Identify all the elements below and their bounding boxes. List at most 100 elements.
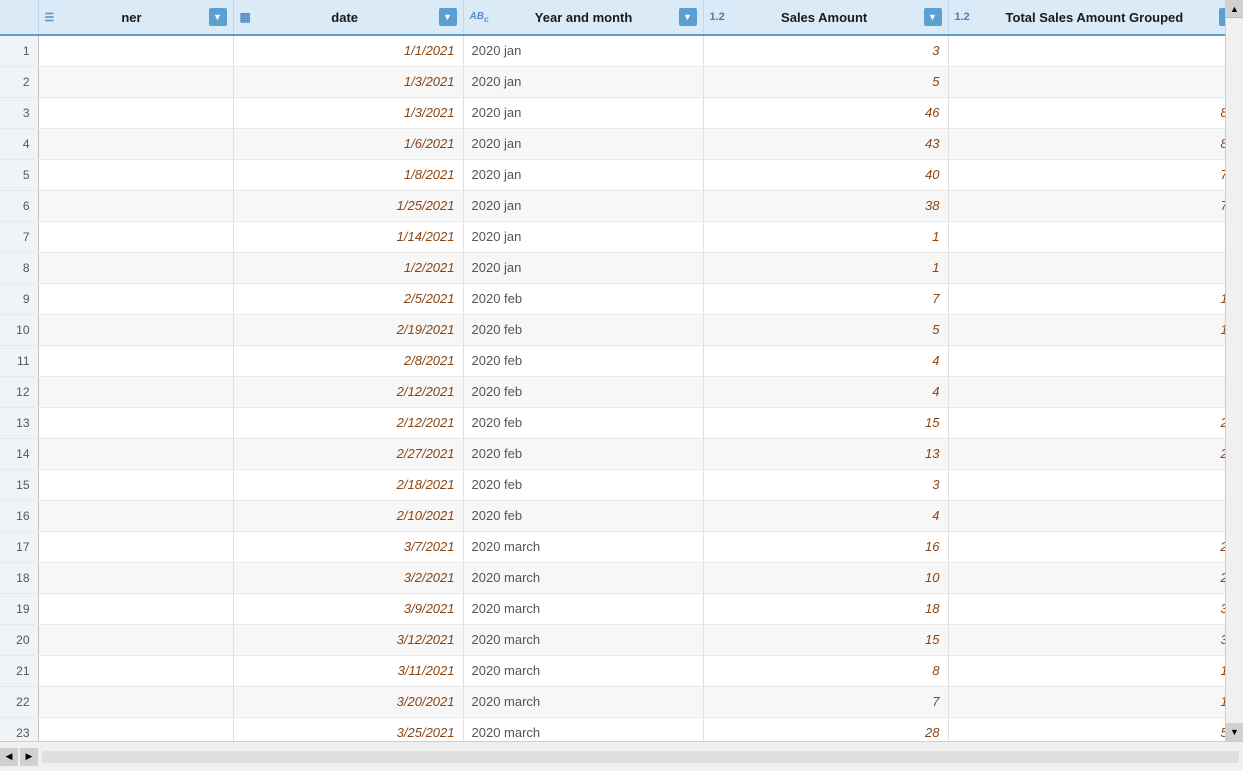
table-row: 162/10/20212020 feb47 <box>0 500 1243 531</box>
cell-row-num: 18 <box>0 562 38 593</box>
cell-date: 1/14/2021 <box>233 221 463 252</box>
cell-row-num: 16 <box>0 500 38 531</box>
col-sales-dropdown[interactable]: ▼ <box>924 8 942 26</box>
table-container: ☰ ner ▼ ▦ date ▼ ABc Year and month <box>0 0 1243 771</box>
cell-date: 1/3/2021 <box>233 66 463 97</box>
cell-total: 12 <box>948 283 1243 314</box>
cell-yearmonth: 2020 march <box>463 531 703 562</box>
horizontal-scrollbar-area: ◀ ▶ <box>0 741 1243 771</box>
cell-total: 12 <box>948 314 1243 345</box>
cell-customer <box>38 407 233 438</box>
cell-row-num: 1 <box>0 35 38 66</box>
table-row: 203/12/20212020 march1533 <box>0 624 1243 655</box>
cell-total: 7 <box>948 469 1243 500</box>
cell-customer <box>38 314 233 345</box>
scroll-down-button[interactable]: ▼ <box>1226 723 1243 741</box>
col-yearmonth-dropdown[interactable]: ▼ <box>679 8 697 26</box>
col-header-customer: ☰ ner ▼ <box>38 0 233 35</box>
table-row: 15 2/18/20212020 feb37 <box>0 469 1243 500</box>
cell-row-num: 14 <box>0 438 38 469</box>
data-table: ☰ ner ▼ ▦ date ▼ ABc Year and month <box>0 0 1243 749</box>
cell-row-num: 3 <box>0 97 38 128</box>
col-date-dropdown[interactable]: ▼ <box>439 8 457 26</box>
cell-yearmonth: 2020 march <box>463 624 703 655</box>
cell-date: 3/9/2021 <box>233 593 463 624</box>
cell-row-num: 15 <box>0 469 38 500</box>
cell-sales: 10 <box>703 562 948 593</box>
cell-total: 8 <box>948 35 1243 66</box>
cell-customer <box>38 345 233 376</box>
scroll-up-button[interactable]: ▲ <box>1226 0 1243 18</box>
cell-date: 2/10/2021 <box>233 500 463 531</box>
cell-sales: 5 <box>703 314 948 345</box>
cell-total: 8 <box>948 345 1243 376</box>
cell-sales: 15 <box>703 624 948 655</box>
cell-date: 2/27/2021 <box>233 438 463 469</box>
table-row: 112/8/20212020 feb48 <box>0 345 1243 376</box>
cell-yearmonth: 2020 feb <box>463 376 703 407</box>
cell-date: 2/18/2021 <box>233 469 463 500</box>
cell-total: 26 <box>948 531 1243 562</box>
cell-total: 7 <box>948 500 1243 531</box>
cell-row-num: 10 <box>0 314 38 345</box>
table-row: 183/2/20212020 march1026 <box>0 562 1243 593</box>
table-row: 132/12/20212020 feb1528 <box>0 407 1243 438</box>
cell-date: 1/8/2021 <box>233 159 463 190</box>
cell-row-num: 8 <box>0 252 38 283</box>
cell-yearmonth: 2020 jan <box>463 66 703 97</box>
abc-icon: ABc <box>470 11 489 24</box>
col-header-yearmonth: ABc Year and month ▼ <box>463 0 703 35</box>
cell-total: 8 <box>948 66 1243 97</box>
cell-row-num: 11 <box>0 345 38 376</box>
cell-yearmonth: 2020 jan <box>463 190 703 221</box>
cell-customer <box>38 624 233 655</box>
cell-yearmonth: 2020 feb <box>463 345 703 376</box>
table-row: 92/5/20212020 feb712 <box>0 283 1243 314</box>
cell-date: 3/2/2021 <box>233 562 463 593</box>
cell-date: 3/11/2021 <box>233 655 463 686</box>
col-customer-dropdown[interactable]: ▼ <box>209 8 227 26</box>
cell-total: 28 <box>948 438 1243 469</box>
cell-sales: 4 <box>703 345 948 376</box>
cell-yearmonth: 2020 march <box>463 593 703 624</box>
scroll-right-button[interactable]: ▶ <box>20 748 38 766</box>
cell-customer <box>38 500 233 531</box>
table-row: 142/27/20212020 feb1328 <box>0 438 1243 469</box>
horizontal-scrollbar-track[interactable] <box>42 751 1239 763</box>
table-row: 122/12/20212020 feb48 <box>0 376 1243 407</box>
cell-date: 1/6/2021 <box>233 128 463 159</box>
cell-customer <box>38 97 233 128</box>
cell-sales: 8 <box>703 655 948 686</box>
table-row: 11/1/20212020 jan38 <box>0 35 1243 66</box>
table-row: 193/9/20212020 march1833 <box>0 593 1243 624</box>
cell-customer <box>38 562 233 593</box>
col-yearmonth-label: Year and month <box>493 10 675 25</box>
cell-sales: 3 <box>703 35 948 66</box>
cell-yearmonth: 2020 jan <box>463 128 703 159</box>
cell-yearmonth: 2020 feb <box>463 283 703 314</box>
scroll-left-button[interactable]: ◀ <box>0 748 18 766</box>
cell-customer <box>38 593 233 624</box>
cell-total: 15 <box>948 686 1243 717</box>
cell-customer <box>38 531 233 562</box>
table-row: 61/25/20212020 jan3878 <box>0 190 1243 221</box>
cell-row-num: 9 <box>0 283 38 314</box>
cell-sales: 4 <box>703 500 948 531</box>
cell-customer <box>38 376 233 407</box>
cell-yearmonth: 2020 march <box>463 686 703 717</box>
cell-customer <box>38 252 233 283</box>
cell-sales: 3 <box>703 469 948 500</box>
table-row: 81/2/20212020 jan12 <box>0 252 1243 283</box>
table-row: 213/11/20212020 march815 <box>0 655 1243 686</box>
cell-yearmonth: 2020 jan <box>463 221 703 252</box>
cell-total: 15 <box>948 655 1243 686</box>
cell-date: 3/12/2021 <box>233 624 463 655</box>
table-row: 223/20/20212020 march715 <box>0 686 1243 717</box>
col-header-rownum <box>0 0 38 35</box>
table-row: 41/6/20212020 jan4389 <box>0 128 1243 159</box>
vertical-scrollbar[interactable]: ▲ ▼ <box>1225 0 1243 741</box>
table-row: 71/14/20212020 jan12 <box>0 221 1243 252</box>
cell-yearmonth: 2020 feb <box>463 469 703 500</box>
cell-date: 1/2/2021 <box>233 252 463 283</box>
cell-date: 3/7/2021 <box>233 531 463 562</box>
